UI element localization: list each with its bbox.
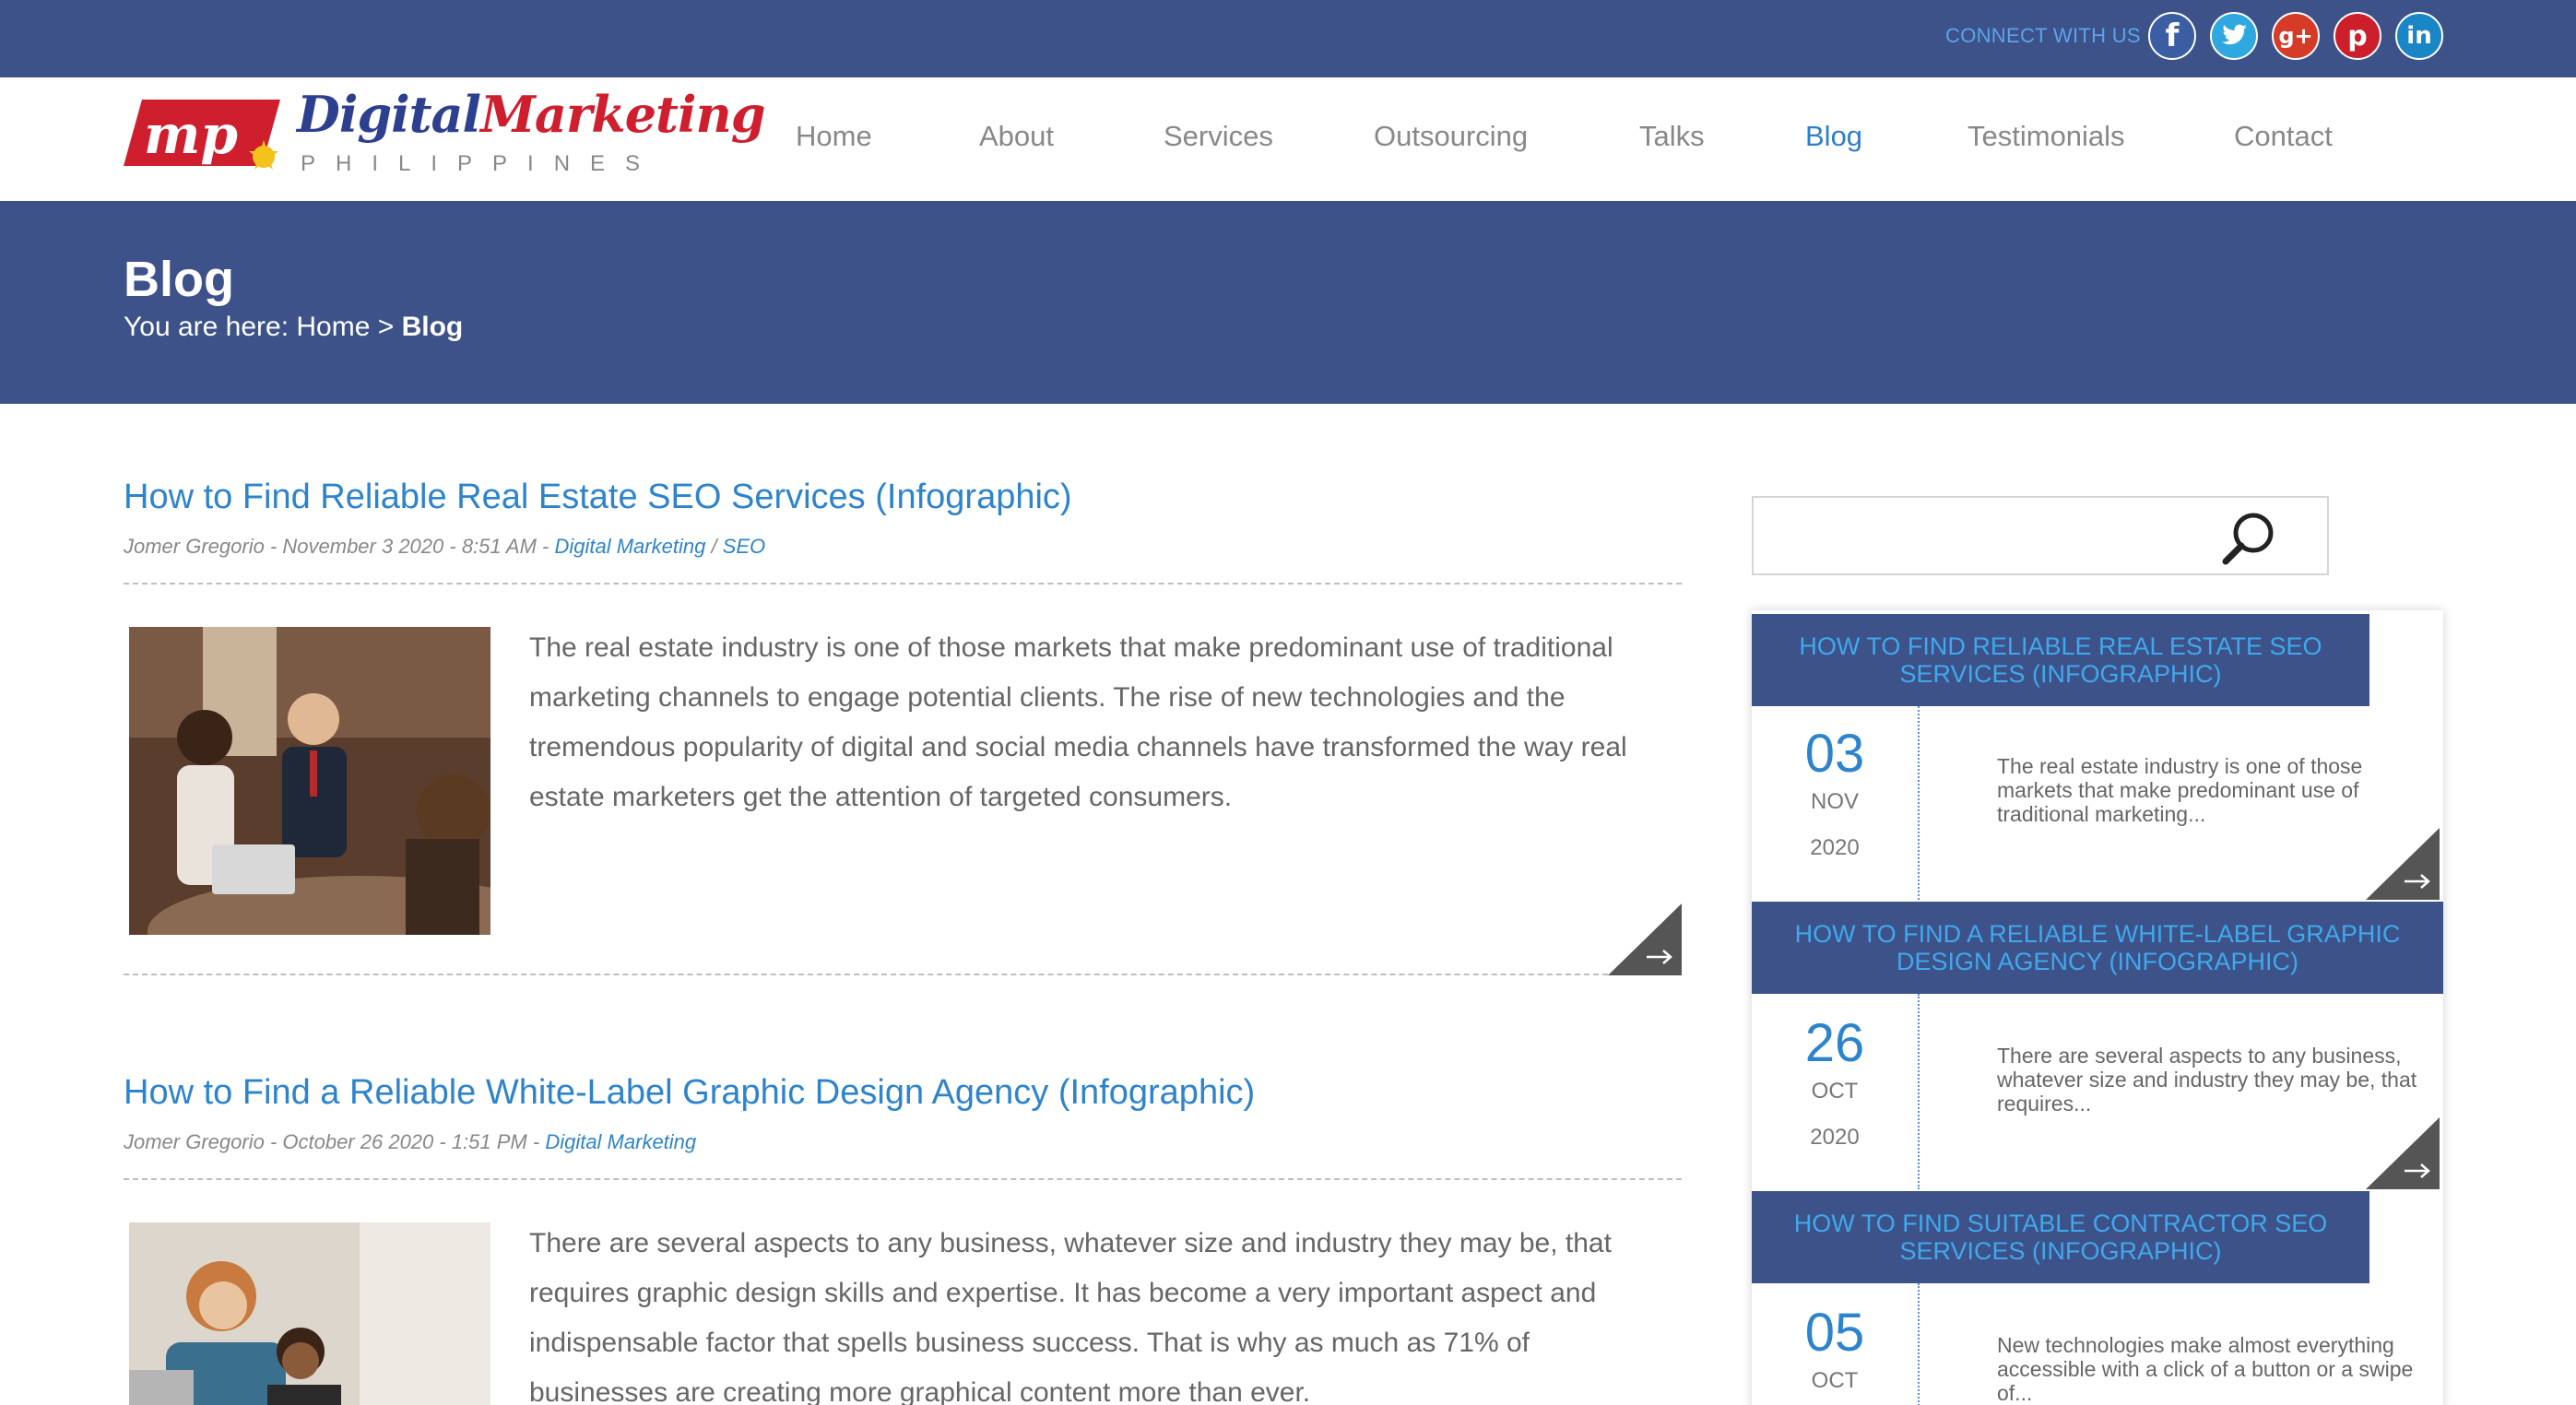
page-title: Blog xyxy=(124,252,234,307)
category-link[interactable]: SEO xyxy=(723,535,765,558)
recent-post-day: 03 xyxy=(1804,724,1865,784)
breadcrumb-prefix[interactable]: You are here: Home > xyxy=(124,312,402,342)
post-meta: Jomer Gregorio - October 26 2020 - 1:51 … xyxy=(124,1130,696,1154)
breadcrumb: You are here: Home > Blog xyxy=(124,312,463,343)
pinterest-icon[interactable]: p xyxy=(2334,12,2381,60)
facebook-icon[interactable]: f xyxy=(2148,12,2196,60)
nav-testimonials[interactable]: Testimonials xyxy=(1967,120,2125,153)
timeline-line xyxy=(1918,1283,1920,1405)
nav-outsourcing[interactable]: Outsourcing xyxy=(1374,120,1528,153)
breadcrumb-current: Blog xyxy=(401,312,464,342)
svg-text:mp: mp xyxy=(144,103,238,166)
recent-post-year: 2020 xyxy=(1810,1125,1860,1150)
post-meta-text: Jomer Gregorio - October 26 2020 - 1:51 … xyxy=(124,1130,546,1153)
category-link[interactable]: Digital Marketing xyxy=(545,1130,696,1153)
timeline-line xyxy=(1918,706,1920,900)
post-thumbnail[interactable] xyxy=(129,627,490,935)
recent-post-title[interactable]: HOW TO FIND A RELIABLE WHITE-LABEL GRAPH… xyxy=(1752,902,2443,994)
connect-label: CONNECT WITH US xyxy=(1945,24,2141,47)
recent-post-day: 05 xyxy=(1804,1303,1865,1363)
recent-post-month: OCT xyxy=(1811,1368,1859,1393)
arrow-right-icon xyxy=(2366,828,2440,900)
category-link[interactable]: Digital Marketing xyxy=(554,535,705,558)
logo-title: DigitalMarketing xyxy=(297,85,766,144)
post-thumbnail[interactable] xyxy=(129,1222,490,1405)
nav-home[interactable]: Home xyxy=(796,120,872,153)
arrow-right-icon xyxy=(1608,903,1682,975)
category-separator: / xyxy=(705,535,723,558)
recent-posts-panel: HOW TO FIND RELIABLE REAL ESTATE SEO SER… xyxy=(1752,610,2443,1405)
site-logo[interactable]: mp DigitalMarketing PHILIPPINES xyxy=(124,85,766,188)
nav-talks[interactable]: Talks xyxy=(1639,120,1705,153)
arrow-right-icon xyxy=(2366,1117,2440,1189)
divider xyxy=(124,583,1682,584)
post-excerpt: There are several aspects to any busines… xyxy=(529,1228,1612,1405)
designers-photo-image xyxy=(129,1222,490,1405)
logo-mark-icon: mp xyxy=(124,100,280,170)
read-more-button[interactable] xyxy=(1608,903,1682,975)
search-input[interactable] xyxy=(1763,507,2196,564)
twitter-icon[interactable] xyxy=(2210,12,2258,60)
post-excerpt: The real estate industry is one of those… xyxy=(529,632,1627,812)
linkedin-icon[interactable]: in xyxy=(2395,12,2443,60)
nav-about[interactable]: About xyxy=(979,120,1054,153)
search-box[interactable] xyxy=(1752,496,2329,575)
recent-post-excerpt: The real estate industry is one of those… xyxy=(1997,754,2363,826)
post-title[interactable]: How to Find a Reliable White-Label Graph… xyxy=(124,1073,1255,1113)
page-banner xyxy=(0,201,2576,404)
meeting-photo-image xyxy=(129,627,490,935)
read-more-button[interactable] xyxy=(2366,1117,2440,1189)
recent-post-month: NOV xyxy=(1810,789,1859,814)
recent-post-day: 26 xyxy=(1804,1013,1865,1073)
recent-post-title[interactable]: HOW TO FIND SUITABLE CONTRACTOR SEO SERV… xyxy=(1752,1191,2369,1283)
recent-post-excerpt: There are several aspects to any busines… xyxy=(1997,1044,2417,1116)
divider xyxy=(124,974,1608,975)
timeline-line xyxy=(1918,994,1920,1189)
post-meta-text: Jomer Gregorio - November 3 2020 - 8:51 … xyxy=(124,535,555,558)
nav-services[interactable]: Services xyxy=(1164,120,1273,153)
post-title[interactable]: How to Find Reliable Real Estate SEO Ser… xyxy=(124,478,1072,517)
recent-post-month: OCT xyxy=(1811,1079,1859,1104)
nav-contact[interactable]: Contact xyxy=(2234,120,2333,153)
divider xyxy=(124,1178,1682,1180)
logo-subtitle: PHILIPPINES xyxy=(301,151,661,176)
search-icon[interactable] xyxy=(2218,507,2279,568)
recent-post-excerpt: New technologies make almost everything … xyxy=(1997,1333,2414,1405)
post-meta: Jomer Gregorio - November 3 2020 - 8:51 … xyxy=(124,535,765,559)
recent-post-title[interactable]: HOW TO FIND RELIABLE REAL ESTATE SEO SER… xyxy=(1752,614,2369,706)
google-plus-icon[interactable]: g+ xyxy=(2272,12,2320,60)
recent-post-year: 2020 xyxy=(1810,835,1860,860)
nav-blog[interactable]: Blog xyxy=(1805,120,1862,153)
twitter-bird-glyph xyxy=(2222,24,2247,45)
read-more-button[interactable] xyxy=(2366,828,2440,900)
